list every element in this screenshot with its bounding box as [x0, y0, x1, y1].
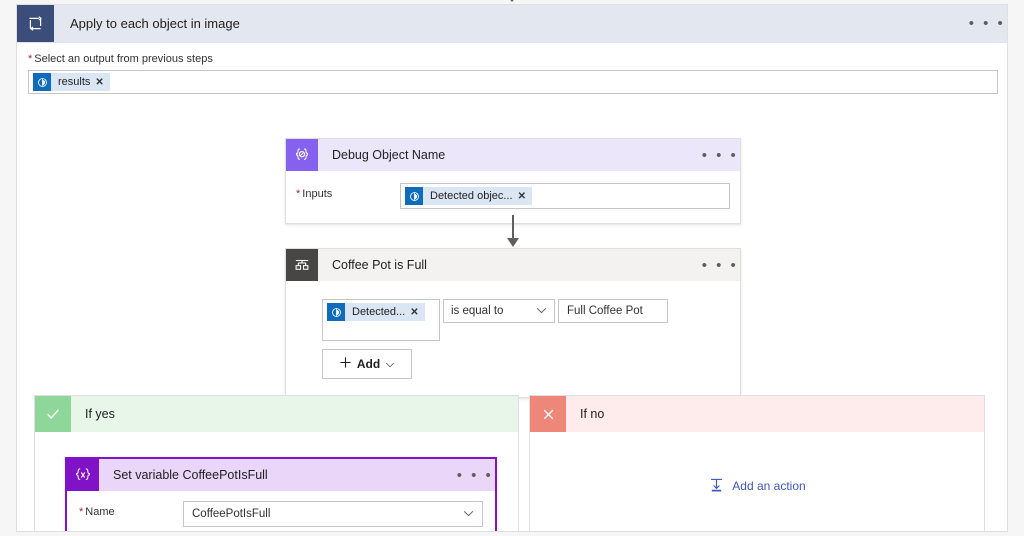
compose-title: Debug Object Name — [332, 148, 446, 162]
condition-row: Detected... ✕ is equal to Full Coffee Po… — [322, 299, 726, 341]
condition-body: Detected... ✕ is equal to Full Coffee Po… — [286, 281, 740, 397]
set-variable-body: * Name CoffeePotIsFull — [67, 491, 495, 531]
apply-to-each-menu-button[interactable]: • • • — [967, 5, 1007, 42]
detected-object-token[interactable]: Detected objec... ✕ — [405, 187, 532, 205]
if-yes-title: If yes — [85, 407, 115, 421]
compose-action-card: Debug Object Name • • • * Inputs Detecte… — [285, 138, 741, 224]
compose-to-condition-connector — [512, 215, 514, 240]
loop-icon — [17, 5, 54, 42]
condition-add-button[interactable]: Add — [322, 349, 412, 379]
compose-header[interactable]: Debug Object Name • • • — [286, 139, 740, 171]
if-no-branch: If no Add an action — [529, 395, 985, 531]
set-variable-name-label: * Name — [79, 501, 183, 518]
compose-inputs-label-text: Inputs — [302, 188, 333, 200]
condition-value-text: Full Coffee Pot — [567, 305, 643, 317]
condition-operator-value: is equal to — [451, 305, 504, 317]
results-token[interactable]: results ✕ — [33, 73, 110, 91]
compose-icon — [286, 139, 318, 171]
required-indicator: * — [79, 506, 84, 518]
add-an-action-button[interactable]: Add an action — [708, 476, 806, 496]
condition-left-token-remove-icon[interactable]: ✕ — [410, 307, 424, 318]
condition-title: Coffee Pot is Full — [332, 258, 427, 272]
condition-header[interactable]: Coffee Pot is Full • • • — [286, 249, 740, 281]
condition-left-token-label: Detected... — [352, 306, 406, 318]
dynamic-content-icon — [327, 303, 345, 321]
loop-input-label: * Select an output from previous steps — [28, 52, 996, 66]
compose-to-condition-arrow-icon — [507, 238, 519, 247]
plus-icon — [339, 356, 352, 372]
compose-inputs-control: Detected objec... ✕ — [400, 183, 730, 209]
if-no-title: If no — [580, 407, 605, 421]
set-variable-name-row: * Name CoffeePotIsFull — [79, 501, 483, 527]
chevron-down-icon — [536, 305, 547, 317]
dynamic-content-icon — [405, 187, 423, 205]
incoming-connector-arrow-icon — [505, 0, 519, 2]
condition-add-button-label: Add — [356, 357, 381, 371]
set-variable-icon — [67, 459, 99, 491]
chevron-down-icon — [385, 357, 395, 371]
add-an-action-label: Add an action — [732, 478, 806, 493]
set-variable-menu-button[interactable]: • • • — [455, 459, 495, 491]
set-variable-card: Set variable CoffeePotIsFull • • • * Name… — [65, 457, 497, 531]
chevron-down-icon — [463, 508, 474, 520]
close-icon — [530, 396, 566, 432]
detected-object-token-label: Detected objec... — [430, 190, 513, 202]
set-variable-header[interactable]: Set variable CoffeePotIsFull • • • — [67, 459, 495, 491]
loop-input-label-text: Select an output from previous steps — [34, 53, 213, 65]
apply-to-each-card: Apply to each object in image • • • * Sel… — [16, 4, 1008, 532]
loop-input-field[interactable]: results ✕ — [28, 70, 998, 94]
if-no-header: If no — [530, 396, 984, 432]
add-action-icon — [708, 476, 725, 496]
compose-menu-button[interactable]: • • • — [700, 139, 740, 171]
condition-menu-button[interactable]: • • • — [700, 249, 740, 281]
dynamic-content-icon — [33, 73, 51, 91]
required-indicator: * — [296, 188, 301, 200]
condition-operator-select[interactable]: is equal to — [443, 299, 555, 323]
set-variable-name-control: CoffeePotIsFull — [183, 501, 483, 527]
compose-inputs-label: * Inputs — [296, 183, 400, 200]
set-variable-title: Set variable CoffeePotIsFull — [113, 468, 268, 482]
condition-value-input[interactable]: Full Coffee Pot — [558, 299, 668, 323]
compose-inputs-field[interactable]: Detected objec... ✕ — [400, 183, 730, 209]
condition-icon — [286, 249, 318, 281]
set-variable-name-select[interactable]: CoffeePotIsFull — [183, 501, 483, 527]
if-no-body: Add an action — [530, 432, 984, 531]
if-yes-header: If yes — [35, 396, 518, 432]
checkmark-icon — [35, 396, 71, 432]
detected-object-token-remove-icon[interactable]: ✕ — [518, 191, 532, 202]
apply-to-each-body: * Select an output from previous steps re… — [17, 43, 1007, 531]
set-variable-name-value: CoffeePotIsFull — [192, 508, 271, 520]
if-yes-branch: If yes Set variable CoffeePotIsFull • • … — [34, 395, 519, 531]
condition-left-operand-field[interactable]: Detected... ✕ — [322, 299, 440, 341]
condition-action-card: Coffee Pot is Full • • • Detected... ✕ i… — [285, 248, 741, 398]
required-indicator: * — [28, 53, 33, 65]
set-variable-name-label-text: Name — [85, 506, 115, 518]
results-token-label: results — [58, 76, 91, 88]
results-token-remove-icon[interactable]: ✕ — [95, 77, 109, 88]
apply-to-each-header[interactable]: Apply to each object in image • • • — [17, 5, 1007, 43]
apply-to-each-title: Apply to each object in image — [70, 16, 240, 31]
condition-left-token[interactable]: Detected... ✕ — [327, 303, 425, 321]
compose-inputs-row: * Inputs Detected objec... ✕ — [296, 183, 730, 209]
